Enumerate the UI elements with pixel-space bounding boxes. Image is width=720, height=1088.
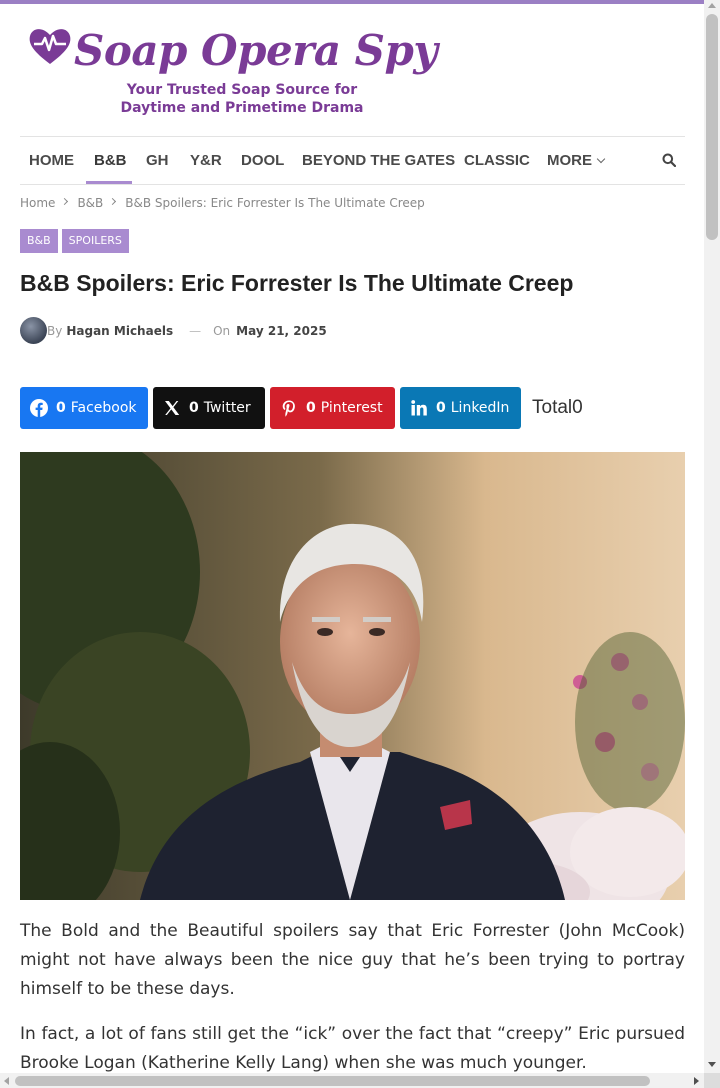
main-nav: HOME B&B GH Y&R DOOL BEYOND THE GATES CL… bbox=[20, 136, 685, 185]
share-total-count: 0 bbox=[572, 397, 583, 418]
vertical-scrollbar-thumb[interactable] bbox=[706, 14, 718, 240]
author-name[interactable]: Hagan Michaels bbox=[66, 324, 173, 338]
share-pinterest-button[interactable]: 0 Pinterest bbox=[270, 387, 395, 429]
share-total-label: Total bbox=[532, 397, 573, 418]
meta-divider: — bbox=[189, 323, 202, 338]
nav-item-classic[interactable]: CLASSIC bbox=[464, 137, 530, 185]
facebook-icon bbox=[30, 398, 48, 418]
article-paragraph: In fact, a lot of fans still get the “ic… bbox=[20, 1024, 685, 1073]
breadcrumb-bb[interactable]: B&B bbox=[77, 196, 103, 210]
twitter-label: Twitter bbox=[203, 400, 251, 416]
nav-item-yr[interactable]: Y&R bbox=[190, 137, 222, 185]
scrollbar-corner bbox=[704, 1073, 720, 1088]
breadcrumb: Home B&B B&B Spoilers: Eric Forrester Is T… bbox=[20, 195, 425, 210]
pinterest-count: 0 bbox=[306, 400, 316, 416]
category-badge-spoilers[interactable]: SPOILERS bbox=[61, 229, 129, 253]
linkedin-label: LinkedIn bbox=[450, 400, 510, 416]
share-linkedin-button[interactable]: 0 LinkedIn bbox=[400, 387, 521, 429]
search-icon[interactable] bbox=[662, 153, 676, 167]
breadcrumb-current: B&B Spoilers: Eric Forrester Is The Ulti… bbox=[125, 195, 425, 210]
publish-date: May 21, 2025 bbox=[236, 323, 327, 338]
site-tagline-line2: Daytime and Primetime Drama bbox=[120, 100, 364, 116]
nav-item-home[interactable]: HOME bbox=[29, 137, 74, 185]
nav-active-indicator bbox=[86, 181, 132, 184]
share-facebook-button[interactable]: 0 Facebook bbox=[20, 387, 148, 429]
horizontal-scrollbar-thumb[interactable] bbox=[15, 1076, 650, 1086]
top-accent-strip bbox=[0, 0, 704, 4]
scroll-right-arrow-icon[interactable] bbox=[694, 1077, 699, 1085]
author-avatar[interactable] bbox=[20, 317, 47, 344]
nav-item-bb[interactable]: B&B bbox=[94, 137, 127, 185]
linkedin-icon bbox=[410, 398, 428, 418]
nav-item-more[interactable]: MORE bbox=[547, 137, 606, 185]
facebook-count: 0 bbox=[56, 400, 66, 416]
scroll-up-arrow-icon[interactable] bbox=[708, 3, 716, 8]
nav-more-label: MORE bbox=[547, 152, 592, 169]
linkedin-count: 0 bbox=[436, 400, 446, 416]
share-twitter-button[interactable]: 0 Twitter bbox=[153, 387, 265, 429]
share-total: Total0 bbox=[532, 397, 583, 419]
article-paragraph: The Bold and the Beautiful spoilers say … bbox=[20, 921, 685, 999]
nav-item-beyond-the-gates[interactable]: BEYOND THE GATES bbox=[302, 137, 455, 185]
chevron-right-icon bbox=[61, 197, 69, 206]
x-twitter-icon bbox=[163, 398, 181, 418]
scroll-down-arrow-icon[interactable] bbox=[708, 1062, 716, 1067]
heart-pulse-icon bbox=[29, 29, 71, 64]
facebook-label: Facebook bbox=[70, 400, 137, 416]
article-hero-image bbox=[20, 452, 685, 900]
nav-item-gh[interactable]: GH bbox=[146, 137, 169, 185]
chevron-right-icon bbox=[109, 197, 117, 206]
site-name: Soap Opera Spy bbox=[74, 26, 438, 75]
pinterest-icon bbox=[280, 398, 298, 418]
article-meta: By Hagan Michaels — On May 21, 2025 bbox=[20, 317, 327, 344]
twitter-count: 0 bbox=[189, 400, 199, 416]
chevron-down-icon bbox=[596, 154, 606, 164]
site-logo[interactable]: Soap Opera Spy Your Trusted Soap Source … bbox=[28, 26, 438, 118]
share-bar: 0 Facebook 0 Twitter 0 Pinterest 0 Linke… bbox=[20, 387, 583, 429]
article-title: B&B Spoilers: Eric Forrester Is The Ulti… bbox=[20, 270, 574, 296]
by-label: By bbox=[47, 323, 63, 338]
category-badge-bb[interactable]: B&B bbox=[20, 229, 58, 253]
site-tagline-line1: Your Trusted Soap Source for bbox=[126, 82, 358, 98]
breadcrumb-home[interactable]: Home bbox=[20, 196, 55, 210]
scroll-left-arrow-icon[interactable] bbox=[4, 1077, 9, 1085]
category-badges: B&B SPOILERS bbox=[20, 229, 129, 253]
on-label: On bbox=[213, 323, 231, 338]
hero-photo bbox=[20, 452, 685, 900]
nav-item-dool[interactable]: DOOL bbox=[241, 137, 284, 185]
pinterest-label: Pinterest bbox=[320, 400, 383, 416]
